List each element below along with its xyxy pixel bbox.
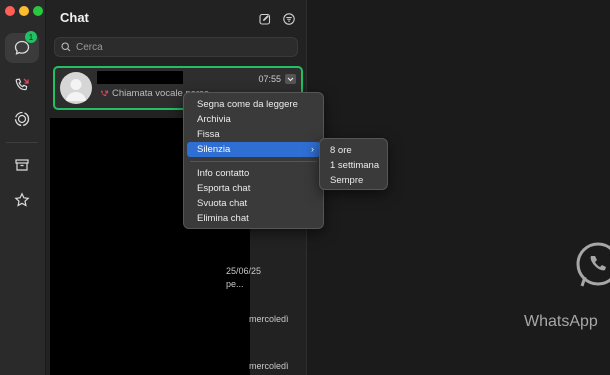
menu-item-export-chat[interactable]: Esporta chat: [187, 181, 320, 196]
rail-status-button[interactable]: [5, 104, 39, 134]
close-window-button[interactable]: [5, 6, 15, 16]
menu-item-mute[interactable]: Silenzia ›: [187, 142, 320, 157]
brand-name: WhatsApp: [524, 313, 598, 330]
minimize-window-button[interactable]: [19, 6, 29, 16]
chat-context-menu: Segna come da leggere Archivia Fissa Sil…: [183, 92, 324, 229]
chevron-right-icon: ›: [311, 144, 314, 154]
mute-submenu: 8 ore 1 settimana Sempre: [319, 138, 388, 190]
menu-item-mute-label: Silenzia: [197, 144, 231, 155]
page-title: Chat: [60, 10, 89, 25]
missed-call-icon: [101, 89, 109, 96]
menu-item-clear-chat[interactable]: Svuota chat: [187, 196, 320, 211]
chevron-down-icon: [287, 77, 294, 81]
chat-preview-snippet: pe...: [226, 279, 244, 289]
star-icon: [14, 192, 30, 207]
chat-time: 07:55: [258, 74, 281, 84]
search-icon: [61, 42, 71, 52]
rail-calls-button[interactable]: [5, 70, 39, 100]
chat-options-button[interactable]: [285, 74, 296, 84]
rail-divider: [6, 142, 38, 143]
menu-item-mark-unread[interactable]: Segna come da leggere: [187, 97, 320, 112]
submenu-item-1-week[interactable]: 1 settimana: [320, 158, 387, 173]
search-input[interactable]: Cerca: [54, 37, 298, 57]
filter-button[interactable]: [283, 12, 295, 25]
menu-divider: [190, 161, 317, 162]
phone-missed-icon: [15, 78, 29, 91]
chat-date: 25/06/25: [226, 266, 262, 276]
menu-item-archive[interactable]: Archivia: [187, 112, 320, 127]
zoom-window-button[interactable]: [33, 6, 43, 16]
menu-item-contact-info[interactable]: Info contatto: [187, 166, 320, 181]
nav-rail: 1: [0, 0, 46, 375]
search-placeholder: Cerca: [76, 41, 103, 53]
submenu-item-8-hours[interactable]: 8 ore: [320, 143, 387, 158]
compose-icon: [259, 13, 271, 25]
submenu-item-always[interactable]: Sempre: [320, 173, 387, 188]
menu-item-delete-chat[interactable]: Elimina chat: [187, 211, 320, 226]
menu-item-pin[interactable]: Fissa: [187, 127, 320, 142]
default-avatar-icon: [65, 79, 87, 101]
new-chat-button[interactable]: [259, 12, 271, 25]
archive-box-icon: [15, 159, 29, 171]
rail-archive-button[interactable]: [5, 150, 39, 180]
status-ring-icon: [14, 111, 30, 127]
filter-icon: [283, 13, 295, 25]
rail-chats-button[interactable]: 1: [5, 31, 39, 63]
unread-badge: 1: [25, 31, 37, 43]
avatar: [60, 72, 92, 104]
rail-starred-button[interactable]: [5, 185, 39, 215]
redacted-contact-name: [97, 71, 183, 84]
whatsapp-logo-icon: [576, 242, 610, 287]
chat-date: mercoledì: [249, 361, 289, 371]
chat-date: mercoledì: [249, 314, 289, 324]
